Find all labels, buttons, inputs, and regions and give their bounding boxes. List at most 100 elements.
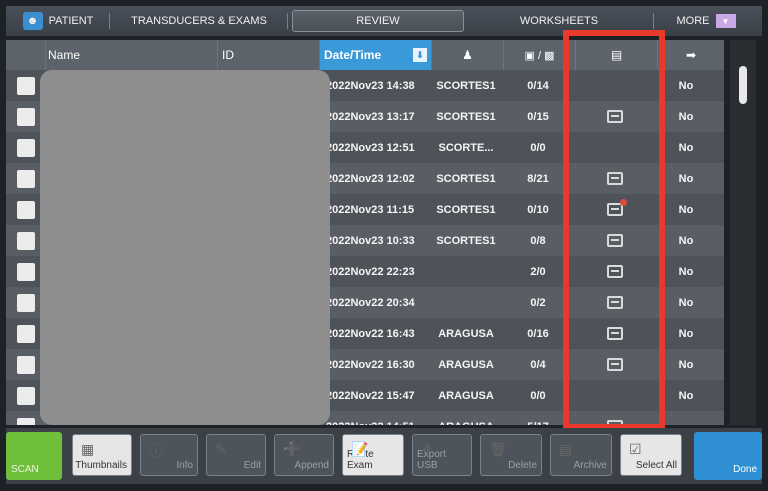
row-images: 0/4 [530,358,546,371]
tab-review[interactable]: REVIEW [292,10,464,32]
worksheet-icon[interactable] [607,327,623,340]
row-worksheet[interactable] [574,194,656,225]
row-worksheet[interactable] [574,349,656,380]
usb-icon: ⚘ [421,441,434,457]
checkbox[interactable] [17,200,35,219]
row-worksheet [574,380,656,411]
tab-worksheets[interactable]: WORKSHEETS [464,6,654,36]
header-worksheet-icon[interactable]: ▤ [576,40,658,70]
row-worksheet[interactable] [574,256,656,287]
row-user: ARAGUSA [430,411,502,426]
edit-button[interactable]: ✎ Edit [206,434,266,476]
worksheet-icon[interactable] [607,420,623,425]
row-user: SCORTE... [438,141,494,154]
row-user: SCORTES1 [436,110,496,123]
exam-list-table: Name ID Date/Time ⬇ ♟ ▣ / ▩ ▤ ➡ 2022Nov2… [6,40,724,425]
row-exported: No [678,234,694,247]
worksheet-icon[interactable] [607,296,623,309]
header-user-icon[interactable]: ♟ [432,40,504,70]
checkbox[interactable] [17,293,35,312]
row-exported: No [678,327,694,340]
row-datetime: 2022Nov23 12:02 [326,172,415,185]
row-images: 0/0 [530,389,546,402]
worksheet-icon[interactable] [607,172,623,185]
sort-down-icon[interactable]: ⬇ [413,48,427,62]
thumbnails-label: Thumbnails [75,460,127,471]
tab-patient-label: PATIENT [48,15,94,27]
done-button[interactable]: Done [694,432,762,480]
export-usb-button[interactable]: ⚘ Export USB [412,434,472,476]
row-worksheet[interactable] [574,287,656,318]
checkbox[interactable] [17,262,35,281]
append-icon: ➕ [283,441,301,457]
checkbox[interactable] [17,355,35,374]
worksheet-alert-icon[interactable] [607,199,627,216]
info-button[interactable]: ⓘ Info [140,434,198,476]
select-all-label: Select All [635,460,677,471]
header-id[interactable]: ID [218,40,320,70]
worksheet-icon[interactable] [607,265,623,278]
row-worksheet[interactable] [574,101,656,132]
row-worksheet[interactable] [574,318,656,349]
header-select [6,40,46,70]
tab-transducers-exams[interactable]: TRANSDUCERS & EXAMS [110,6,288,36]
tab-patient[interactable]: ☻ PATIENT [6,6,110,36]
tab-transducers-exams-label: TRANSDUCERS & EXAMS [131,15,267,27]
scan-button[interactable]: SCAN [6,432,62,480]
row-datetime: 2022Nov22 20:34 [326,296,415,309]
row-datetime: 2022Nov22 15:47 [326,389,415,402]
scrollbar-thumb[interactable] [739,66,747,104]
append-button[interactable]: ➕ Append [274,434,334,476]
checkbox[interactable] [17,417,35,425]
row-user: SCORTES1 [436,234,496,247]
checkbox[interactable] [17,231,35,250]
row-user: ARAGUSA [438,358,494,371]
chevron-down-icon: ▼ [715,14,736,28]
checkbox[interactable] [17,169,35,188]
worksheet-icon[interactable] [607,358,623,371]
row-exported: No [678,203,694,216]
row-datetime: 2022Nov22 16:43 [326,327,415,340]
worksheet-icon[interactable] [607,234,623,247]
row-user: SCORTES1 [436,79,496,92]
top-tab-bar: ☻ PATIENT TRANSDUCERS & EXAMS REVIEW WOR… [6,6,762,36]
row-user: ARAGUSA [438,389,494,402]
tab-more[interactable]: MORE ▼ [654,6,758,36]
tab-review-label: REVIEW [356,15,400,27]
row-worksheet[interactable] [574,163,656,194]
scrollbar[interactable] [730,40,756,425]
redacted-patient-info [40,70,330,425]
patient-icon: ☻ [22,12,43,30]
row-worksheet[interactable] [574,411,656,425]
append-label: Append [294,460,329,471]
checkbox[interactable] [17,76,35,95]
archive-button[interactable]: ▤ Archive [550,434,612,476]
header-images-icon[interactable]: ▣ / ▩ [504,40,576,70]
select-all-button[interactable]: ☑ Select All [620,434,682,476]
archive-icon: ▤ [559,441,573,457]
thumbnails-button[interactable]: ▦ Thumbnails [72,434,132,476]
header-export-icon[interactable]: ➡ [658,40,724,70]
row-datetime: 2022Nov22 16:30 [326,358,415,371]
row-images: 2/0 [530,265,546,278]
route-icon: 📝 [351,441,369,457]
row-datetime: 2022Nov22 22:23 [326,265,415,278]
row-datetime: 2022Nov23 11:15 [326,203,415,216]
row-user: SCORTES1 [436,172,496,185]
delete-button[interactable]: 🗑 Delete [480,434,542,476]
row-exported: No [678,141,694,154]
header-datetime[interactable]: Date/Time ⬇ [320,40,432,70]
row-datetime: 2022Nov23 12:51 [326,141,415,154]
row-images: 5/17 [502,411,574,426]
checkbox[interactable] [17,138,35,157]
row-images: 0/15 [527,110,549,123]
checkbox[interactable] [17,324,35,343]
checkbox[interactable] [17,386,35,405]
checkbox[interactable] [17,107,35,126]
info-label: Info [176,460,193,471]
route-exam-button[interactable]: 📝 Route Exam [342,434,404,476]
header-name[interactable]: Name [46,40,218,70]
row-worksheet[interactable] [574,225,656,256]
worksheet-icon[interactable] [607,110,623,123]
tab-more-label: MORE [676,15,710,27]
